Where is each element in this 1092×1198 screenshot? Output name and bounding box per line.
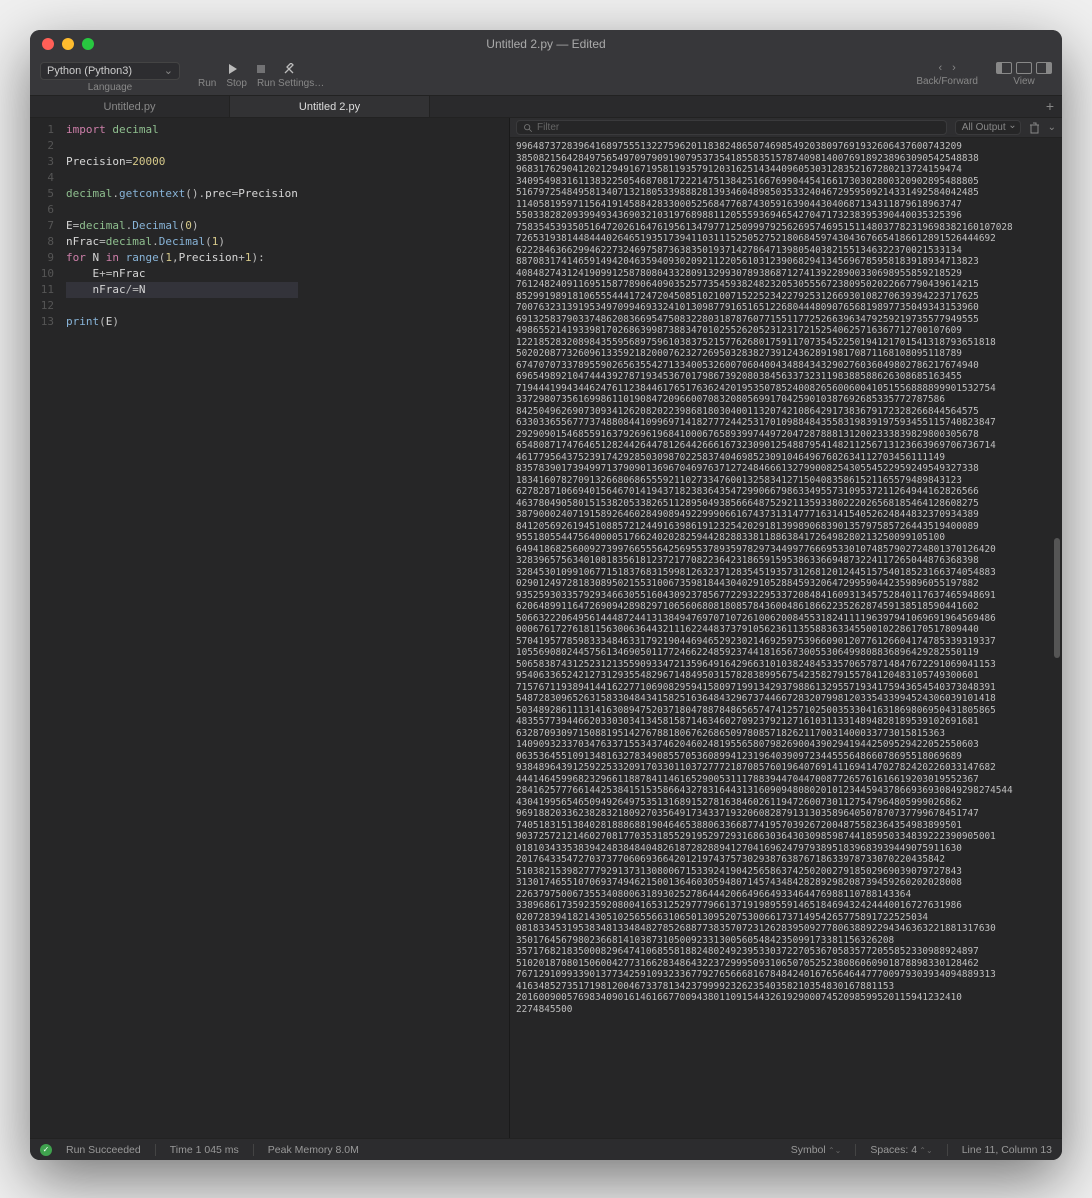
traffic-lights (30, 38, 94, 50)
stop-caption: Stop (226, 78, 247, 89)
output-scrollbar[interactable] (1054, 538, 1060, 658)
run-button[interactable] (226, 62, 240, 76)
code-area[interactable]: import decimal Precision=20000 decimal.g… (62, 118, 298, 1138)
run-caption: Run (198, 78, 216, 89)
cursor-position: Line 11, Column 13 (962, 1144, 1052, 1156)
tab-0[interactable]: Untitled.py (30, 96, 230, 117)
divider (855, 1144, 856, 1156)
output-dropdown-label: All Output (962, 122, 1006, 133)
stop-button[interactable] (254, 62, 268, 76)
output-expand-button[interactable]: ⌄ (1048, 122, 1056, 133)
tab-label: Untitled 2.py (299, 101, 360, 113)
back-button[interactable]: ‹ (938, 62, 942, 74)
filter-placeholder: Filter (537, 122, 559, 133)
output-text[interactable]: 9964873728396416897555132275962011838248… (510, 138, 1062, 1138)
symbol-menu[interactable]: Symbol (791, 1144, 842, 1156)
editor-pane[interactable]: 12345678910111213 import decimal Precisi… (30, 118, 510, 1138)
filter-icon (523, 123, 533, 133)
right-panel-toggle[interactable] (1036, 62, 1052, 74)
settings-caption: Run Settings… (257, 78, 324, 89)
app-window: Untitled 2.py — Edited Python (Python3) … (30, 30, 1062, 1160)
tab-label: Untitled.py (104, 101, 156, 113)
status-time-label: Time 1 045 ms (170, 1144, 239, 1156)
clear-output-button[interactable] (1029, 122, 1040, 134)
status-ok-icon: ✓ (40, 1144, 52, 1156)
output-toolbar: Filter All Output ⌄ (510, 118, 1062, 138)
output-pane: Filter All Output ⌄ 99648737283964168975… (510, 118, 1062, 1138)
run-settings-button[interactable] (282, 62, 296, 76)
tab-1[interactable]: Untitled 2.py (230, 96, 430, 117)
close-window-button[interactable] (42, 38, 54, 50)
line-gutter: 12345678910111213 (30, 118, 62, 1138)
language-select[interactable]: Python (Python3) (40, 62, 180, 80)
status-mem-label: Peak Memory 8.0M (268, 1144, 359, 1156)
divider (947, 1144, 948, 1156)
single-panel-toggle[interactable] (1016, 62, 1032, 74)
divider (155, 1144, 156, 1156)
window-title: Untitled 2.py — Edited (30, 37, 1062, 51)
zoom-window-button[interactable] (82, 38, 94, 50)
spaces-menu[interactable]: Spaces: 4 (870, 1144, 932, 1156)
titlebar: Untitled 2.py — Edited (30, 30, 1062, 58)
view-caption: View (1013, 76, 1035, 87)
toolbar: Python (Python3) Language R (30, 58, 1062, 96)
minimize-window-button[interactable] (62, 38, 74, 50)
new-tab-button[interactable]: + (1046, 98, 1054, 114)
statusbar: ✓ Run Succeeded Time 1 045 ms Peak Memor… (30, 1138, 1062, 1160)
output-filter-dropdown[interactable]: All Output (955, 120, 1021, 135)
forward-button[interactable]: › (952, 62, 956, 74)
left-panel-toggle[interactable] (996, 62, 1012, 74)
main-split: 12345678910111213 import decimal Precisi… (30, 118, 1062, 1138)
divider (253, 1144, 254, 1156)
language-selected-label: Python (Python3) (47, 65, 132, 77)
language-caption: Language (88, 82, 133, 93)
backforward-caption: Back/Forward (916, 76, 978, 87)
output-filter-input[interactable]: Filter (516, 120, 947, 135)
tab-bar: Untitled.py Untitled 2.py + (30, 96, 1062, 118)
status-run-label: Run Succeeded (66, 1144, 141, 1156)
